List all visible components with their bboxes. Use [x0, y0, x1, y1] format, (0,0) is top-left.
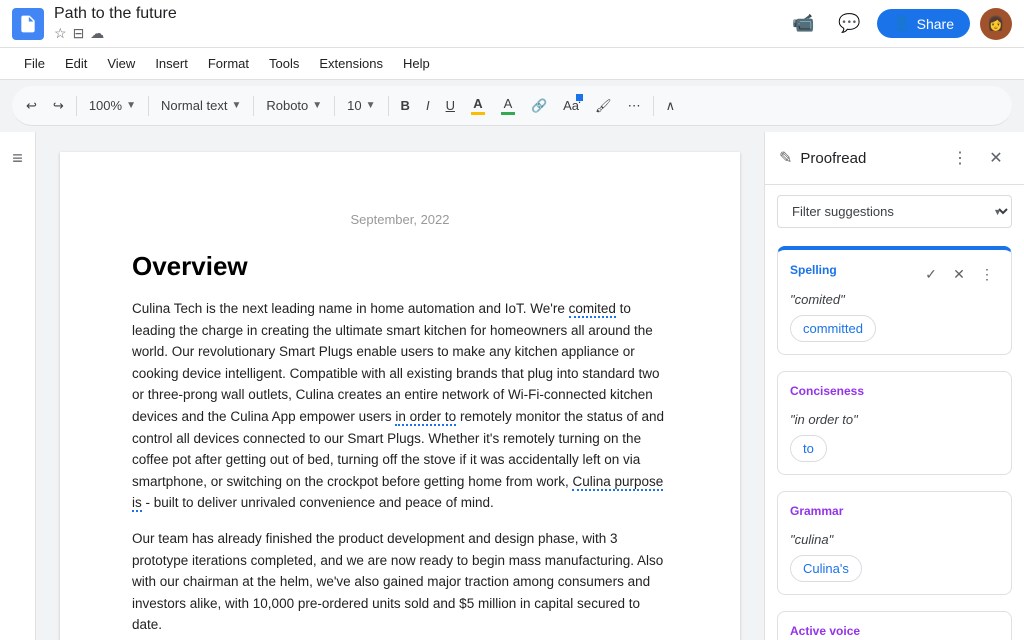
menu-view[interactable]: View: [99, 52, 143, 75]
highlight-icon: A: [501, 96, 515, 115]
spelling-more-button[interactable]: ⋮: [975, 262, 999, 286]
filter-wrapper: Filter suggestions Spelling Conciseness …: [777, 195, 1012, 228]
size-arrow: ▼: [366, 100, 376, 111]
toolbar-divider-4: [334, 96, 335, 116]
sidebar-toggle[interactable]: ≡: [0, 132, 36, 640]
document-area[interactable]: September, 2022 Overview Culina Tech is …: [36, 132, 764, 640]
size-select[interactable]: 10 ▼: [341, 92, 381, 120]
doc-title-area: Path to the future ☆ ⊟ ☁: [54, 5, 177, 42]
zoom-arrow: ▼: [126, 100, 136, 111]
spelling-suggestion-btn[interactable]: committed: [790, 315, 876, 342]
share-button[interactable]: 👤 Share: [877, 9, 970, 38]
menu-edit[interactable]: Edit: [57, 52, 95, 75]
spelling-reject-button[interactable]: ✕: [947, 262, 971, 286]
conciseness-type-label: Conciseness: [790, 384, 864, 398]
highlight-button[interactable]: A: [495, 92, 521, 120]
spelling-card-header: Spelling ✓ ✕ ⋮: [790, 262, 999, 286]
page-date: September, 2022: [132, 212, 668, 227]
menu-extensions[interactable]: Extensions: [311, 52, 391, 75]
proofread-panel: ✎ Proofread ⋮ ✕ Filter suggestions Spell…: [764, 132, 1024, 640]
proofread-title: Proofread: [800, 150, 938, 167]
style-arrow: ▼: [231, 100, 241, 111]
color-bar: [471, 112, 485, 115]
zoom-select[interactable]: 100% ▼: [83, 92, 142, 120]
underline-button[interactable]: U: [440, 92, 461, 120]
grammar-culina[interactable]: Culina purpose is: [132, 474, 663, 513]
menu-insert[interactable]: Insert: [147, 52, 196, 75]
spelling-suggestion-card: Spelling ✓ ✕ ⋮ "comited" committed: [777, 246, 1012, 355]
highlight-bar: [501, 112, 515, 115]
link-button[interactable]: 🔗: [525, 92, 553, 120]
color-button[interactable]: A: [465, 92, 491, 120]
font-select[interactable]: Roboto ▼: [260, 92, 328, 120]
conciseness-suggestion-btn[interactable]: to: [790, 435, 827, 462]
app-icon[interactable]: [12, 8, 44, 40]
font-arrow: ▼: [312, 100, 322, 111]
toolbar-divider-5: [388, 96, 389, 116]
toolbar-divider-2: [148, 96, 149, 116]
document-page: September, 2022 Overview Culina Tech is …: [60, 152, 740, 640]
spell-dot: ·: [576, 94, 583, 101]
menu-bar: File Edit View Insert Format Tools Exten…: [0, 48, 1024, 80]
cloud-icon[interactable]: ☁: [90, 25, 104, 42]
grammar-suggestion-btn[interactable]: Culina's: [790, 555, 862, 582]
grammar-suggestion-card: Grammar "culina" Culina's: [777, 491, 1012, 595]
conciseness-inorderto[interactable]: in order to: [395, 409, 456, 426]
more-formats-button[interactable]: ⋯: [622, 92, 647, 120]
active-voice-type-label: Active voice: [790, 624, 860, 638]
doc-heading: Overview: [132, 251, 668, 282]
hamburger-icon[interactable]: ≡: [12, 148, 23, 169]
filter-suggestions-wrapper: Filter suggestions Spelling Conciseness …: [777, 195, 1012, 228]
video-icon[interactable]: 📹: [785, 6, 821, 42]
top-bar: Path to the future ☆ ⊟ ☁ 📹 💬 👤 Share 👩: [0, 0, 1024, 48]
conciseness-original: "in order to": [790, 412, 999, 427]
spelling-accept-button[interactable]: ✓: [919, 262, 943, 286]
toolbar-divider-6: [653, 96, 654, 116]
italic-button[interactable]: I: [420, 92, 436, 120]
spellcheck-button[interactable]: Aa ·: [557, 92, 585, 120]
chat-icon[interactable]: 💬: [831, 6, 867, 42]
redo-button[interactable]: ↪: [47, 92, 70, 120]
active-voice-card-header: Active voice: [790, 624, 999, 640]
proofread-more-button[interactable]: ⋮: [946, 144, 974, 172]
top-right-actions: 📹 💬 👤 Share 👩: [785, 6, 1012, 42]
undo-button[interactable]: ↩: [20, 92, 43, 120]
star-icon[interactable]: ☆: [54, 25, 67, 42]
grammar-original: "culina": [790, 532, 999, 547]
menu-help[interactable]: Help: [395, 52, 438, 75]
paragraph-1: Culina Tech is the next leading name in …: [132, 298, 668, 514]
active-voice-suggestion-card: Active voice "homeowners are helped by C…: [777, 611, 1012, 640]
toolbar-divider-1: [76, 96, 77, 116]
spelling-card-actions: ✓ ✕ ⋮: [919, 262, 999, 286]
toolbar: ↩ ↪ 100% ▼ Normal text ▼ Roboto ▼ 10 ▼ B…: [12, 86, 1012, 126]
proofread-header: ✎ Proofread ⋮ ✕: [765, 132, 1024, 185]
paragraph-2: Our team has already finished the produc…: [132, 528, 668, 636]
share-person-icon: 👤: [893, 15, 910, 32]
collapse-toolbar-button[interactable]: ∧: [660, 92, 682, 120]
menu-format[interactable]: Format: [200, 52, 257, 75]
grammar-card-header: Grammar: [790, 504, 999, 526]
spelling-error-comited[interactable]: comited: [569, 301, 616, 318]
folder-icon[interactable]: ⊟: [73, 25, 85, 42]
menu-tools[interactable]: Tools: [261, 52, 307, 75]
style-select[interactable]: Normal text ▼: [155, 92, 247, 120]
grammar-type-label: Grammar: [790, 504, 843, 518]
spelling-type-label: Spelling: [790, 263, 837, 277]
proofread-icon: ✎: [779, 148, 792, 168]
toolbar-divider-3: [253, 96, 254, 116]
paint-button[interactable]: 🖌: [589, 92, 618, 120]
conciseness-suggestion-card: Conciseness "in order to" to: [777, 371, 1012, 475]
doc-title[interactable]: Path to the future: [54, 5, 177, 23]
main-content: ≡ September, 2022 Overview Culina Tech i…: [0, 132, 1024, 640]
avatar[interactable]: 👩: [980, 8, 1012, 40]
conciseness-card-header: Conciseness: [790, 384, 999, 406]
filter-select[interactable]: Filter suggestions Spelling Conciseness …: [777, 195, 1012, 228]
spelling-original: "comited": [790, 292, 999, 307]
title-icons: ☆ ⊟ ☁: [54, 25, 177, 42]
proofread-close-button[interactable]: ✕: [982, 144, 1010, 172]
menu-file[interactable]: File: [16, 52, 53, 75]
text-color-icon: A: [471, 96, 485, 115]
bold-button[interactable]: B: [395, 92, 416, 120]
